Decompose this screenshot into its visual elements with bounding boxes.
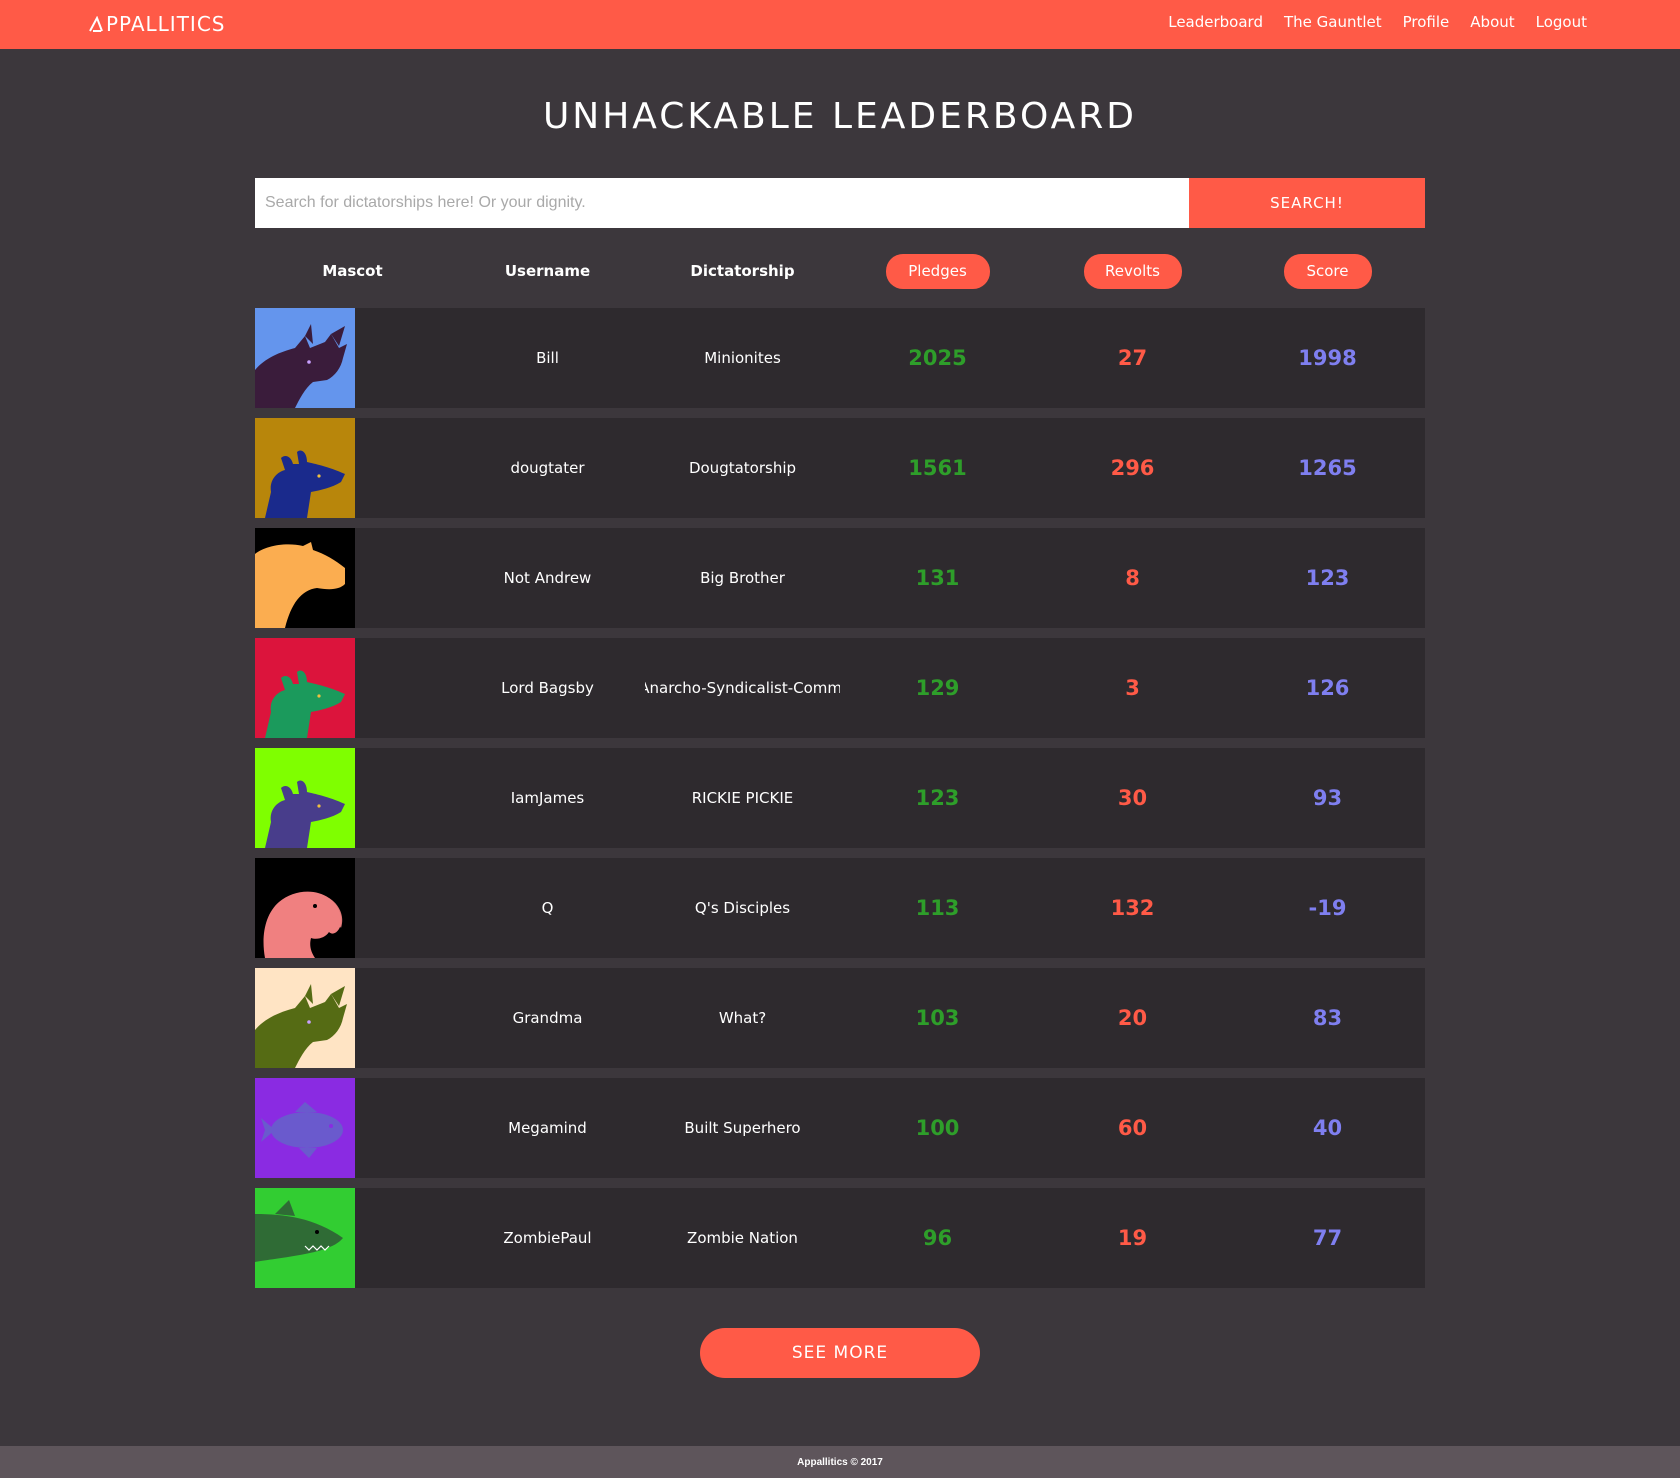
pledges-cell: 131 [915,566,960,590]
footer: Appallitics © 2017 [0,1446,1680,1478]
mascot-rhino-icon [255,968,355,1068]
table-header: Mascot Username Dictatorship Pledges Rev… [255,253,1425,289]
brand-logo[interactable]: PPALLITICS [88,12,225,36]
dictatorship-cell[interactable]: RICKIE PICKIE [645,748,840,848]
navbar: PPALLITICS Leaderboard The Gauntlet Prof… [0,0,1680,49]
table-row[interactable]: Q Q's Disciples 113 132 -19 [255,858,1425,958]
score-cell: 126 [1305,676,1350,700]
sort-score-button[interactable]: Score [1283,253,1372,289]
pledges-cell: 100 [915,1116,960,1140]
sort-revolts-button[interactable]: Revolts [1083,253,1182,289]
compass-icon [89,16,103,32]
revolts-cell: 3 [1125,676,1140,700]
username-cell[interactable]: Lord Bagsby [450,638,645,738]
dictatorship-cell[interactable]: Zombie Nation [645,1188,840,1288]
revolts-cell: 60 [1117,1116,1148,1140]
pledges-cell: 1561 [908,456,967,480]
nav-links: Leaderboard The Gauntlet Profile About L… [1168,13,1587,31]
table-row[interactable]: Grandma What? 103 20 83 [255,968,1425,1068]
mascot-capybara-icon [255,528,355,628]
dictatorship-cell[interactable]: Big Brother [645,528,840,628]
column-header-pledges-cell: Pledges [840,253,1035,289]
column-header-revolts-cell: Revolts [1035,253,1230,289]
nav-the-gauntlet[interactable]: The Gauntlet [1284,13,1382,31]
score-cell: 93 [1312,786,1343,810]
revolts-cell: 20 [1117,1006,1148,1030]
pledges-cell: 113 [915,896,960,920]
nav-leaderboard[interactable]: Leaderboard [1168,13,1263,31]
revolts-cell: 8 [1125,566,1140,590]
search-button[interactable]: SEARCH! [1189,178,1425,228]
footer-copyright: Appallitics © 2017 [797,1456,883,1468]
mascot-rat-icon [255,418,355,518]
score-cell: 1265 [1298,456,1357,480]
mascot-rat-icon [255,748,355,848]
table-row[interactable]: ZombiePaul Zombie Nation 96 19 77 [255,1188,1425,1288]
search-bar: SEARCH! [255,178,1425,228]
nav-logout[interactable]: Logout [1536,13,1587,31]
table-row[interactable]: dougtater Dougtatorship 1561 296 1265 [255,418,1425,518]
pledges-cell: 2025 [908,346,967,370]
dictatorship-cell[interactable]: What? [645,968,840,1068]
username-cell[interactable]: ZombiePaul [450,1188,645,1288]
username-cell[interactable]: Grandma [450,968,645,1068]
see-more-button[interactable]: SEE MORE [700,1328,980,1378]
username-cell[interactable]: Megamind [450,1078,645,1178]
score-cell: 1998 [1298,346,1357,370]
search-input[interactable] [255,178,1189,228]
mascot-shark-icon [255,1188,355,1288]
score-cell: -19 [1308,896,1347,920]
mascot-rhino-icon [255,308,355,408]
table-row[interactable]: Not Andrew Big Brother 131 8 123 [255,528,1425,628]
table-row[interactable]: IamJames RICKIE PICKIE 123 30 93 [255,748,1425,848]
column-header-score-cell: Score [1230,253,1425,289]
score-cell: 77 [1312,1226,1343,1250]
revolts-cell: 19 [1117,1226,1148,1250]
nav-profile[interactable]: Profile [1403,13,1450,31]
username-cell[interactable]: Bill [450,308,645,408]
dictatorship-cell[interactable]: Built Superhero [645,1078,840,1178]
nav-about[interactable]: About [1470,13,1514,31]
username-cell[interactable]: dougtater [450,418,645,518]
mascot-parrot-icon [255,858,355,958]
brand-name: PPALLITICS [106,12,226,36]
dictatorship-cell[interactable]: Minionites [645,308,840,408]
dictatorship-cell[interactable]: Dougtatorship [645,418,840,518]
mascot-rat-icon [255,638,355,738]
revolts-cell: 296 [1110,456,1155,480]
column-header-dictatorship: Dictatorship [690,262,795,280]
column-header-username: Username [504,262,591,280]
score-cell: 40 [1312,1116,1343,1140]
revolts-cell: 27 [1117,346,1148,370]
dictatorship-cell[interactable]: Q's Disciples [645,858,840,958]
username-cell[interactable]: IamJames [450,748,645,848]
pledges-cell: 96 [922,1226,953,1250]
table-row[interactable]: Lord BagsbyAn Anarcho-Syndicalist-Commun… [255,638,1425,738]
column-header-mascot: Mascot [322,262,383,280]
dictatorship-cell[interactable]: An Anarcho-Syndicalist-Commune [645,638,840,738]
mascot-fish-icon [255,1078,355,1178]
revolts-cell: 30 [1117,786,1148,810]
score-cell: 123 [1305,566,1350,590]
revolts-cell: 132 [1110,896,1155,920]
pledges-cell: 129 [915,676,960,700]
score-cell: 83 [1312,1006,1343,1030]
sort-pledges-button[interactable]: Pledges [885,253,990,289]
page-title: UNHACKABLE LEADERBOARD [542,96,1138,137]
table-row[interactable]: Bill Minionites 2025 27 1998 [255,308,1425,408]
username-cell[interactable]: Not Andrew [450,528,645,628]
username-cell[interactable]: Q [450,858,645,958]
table-row[interactable]: Megamind Built Superhero 100 60 40 [255,1078,1425,1178]
pledges-cell: 123 [915,786,960,810]
pledges-cell: 103 [915,1006,960,1030]
